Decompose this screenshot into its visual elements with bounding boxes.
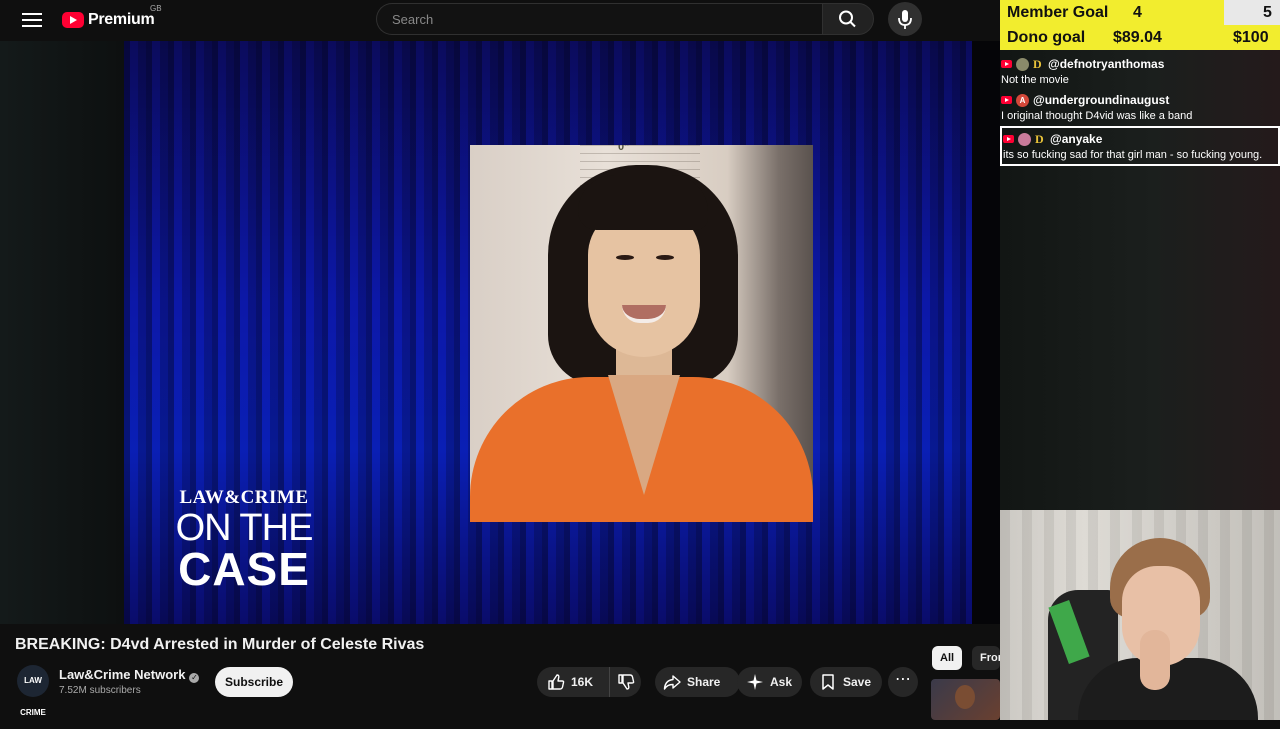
chat-overlay: D @defnotryanthomas Not the movie A @und… bbox=[1000, 54, 1280, 166]
thumbnail-figure bbox=[955, 685, 975, 709]
bookmark-icon bbox=[822, 674, 834, 690]
youtube-icon bbox=[1003, 135, 1014, 143]
sparkle-icon bbox=[747, 674, 763, 690]
chat-text: its so fucking sad for that girl man - s… bbox=[1003, 149, 1263, 161]
chat-text: I original thought D4vid was like a band bbox=[1001, 110, 1193, 122]
eye-left bbox=[616, 255, 634, 260]
mugshot-image: 0" bbox=[470, 145, 813, 522]
member-goal-label: Member Goal bbox=[1007, 4, 1109, 21]
user-avatar bbox=[1018, 132, 1031, 146]
dono-goal-target: $100 bbox=[1233, 29, 1269, 46]
subscriber-count: 7.52M subscribers bbox=[59, 685, 141, 696]
menu-icon[interactable] bbox=[20, 9, 44, 31]
like-button[interactable]: 16K bbox=[537, 667, 609, 697]
bangs-shape bbox=[578, 175, 708, 230]
member-badge-icon: D bbox=[1033, 56, 1042, 71]
collar-shape bbox=[608, 375, 680, 495]
ask-button[interactable]: Ask bbox=[737, 667, 802, 697]
show-logo-bottom: CASE bbox=[178, 543, 310, 595]
more-actions-button[interactable]: ⋯ bbox=[888, 667, 918, 697]
dislike-button[interactable] bbox=[609, 667, 641, 697]
search-icon bbox=[839, 10, 856, 28]
video-player[interactable]: 0" LAW&CRIME ON THE CASE bbox=[0, 41, 1000, 624]
thumbs-up-icon bbox=[548, 674, 565, 690]
recommended-video-thumbnail[interactable] bbox=[931, 679, 1000, 720]
ask-label: Ask bbox=[770, 675, 793, 689]
voice-search-button[interactable] bbox=[888, 2, 922, 36]
channel-name-link[interactable]: Law&Crime Network ✓ bbox=[59, 667, 200, 683]
channel-avatar[interactable]: LAW CRIME bbox=[17, 665, 49, 717]
show-logo-mid: ON THE bbox=[175, 507, 314, 549]
search-input[interactable] bbox=[390, 11, 794, 28]
like-count: 16K bbox=[571, 675, 594, 689]
youtube-play-icon bbox=[62, 12, 84, 28]
search-button[interactable] bbox=[822, 3, 874, 35]
save-button[interactable]: Save bbox=[810, 667, 882, 697]
chat-message: D @defnotryanthomas Not the movie bbox=[1000, 54, 1280, 90]
chat-username: @anyake bbox=[1050, 132, 1103, 146]
chip-all[interactable]: All bbox=[932, 646, 963, 670]
youtube-premium-logo[interactable]: Premium GB bbox=[62, 4, 162, 31]
video-letterbox bbox=[0, 41, 124, 624]
top-bar: Premium GB bbox=[0, 0, 1000, 40]
verified-icon: ✓ bbox=[189, 673, 200, 683]
dono-goal-current: $89.04 bbox=[1113, 29, 1162, 46]
ruler-label: 0" bbox=[618, 145, 630, 153]
show-logo: LAW&CRIME ON THE CASE bbox=[164, 487, 324, 595]
user-avatar: A bbox=[1016, 93, 1029, 107]
member-goal-target: 5 bbox=[1263, 4, 1272, 21]
chat-message-highlighted: D @anyake its so fucking sad for that gi… bbox=[1000, 126, 1280, 166]
video-title: BREAKING: D4vd Arrested in Murder of Cel… bbox=[15, 636, 425, 653]
chat-username: @undergroundinaugust bbox=[1033, 93, 1170, 107]
subscribe-button[interactable]: Subscribe bbox=[215, 667, 293, 697]
youtube-icon bbox=[1001, 60, 1012, 68]
thumbs-down-icon bbox=[617, 674, 634, 690]
member-goal-bar: Member Goal 4 5 bbox=[1000, 0, 1280, 25]
share-button[interactable]: Share bbox=[655, 667, 740, 697]
youtube-icon bbox=[1001, 96, 1012, 104]
webcam-feed bbox=[1000, 510, 1280, 720]
eye-right bbox=[656, 255, 674, 260]
microphone-icon bbox=[898, 10, 912, 29]
goal-panel: Member Goal 4 5 Dono goal $89.04 $100 bbox=[1000, 0, 1280, 50]
save-label: Save bbox=[843, 675, 872, 689]
search-box bbox=[376, 3, 823, 35]
chat-username: @defnotryanthomas bbox=[1048, 57, 1165, 71]
logo-text: Premium bbox=[88, 11, 155, 28]
logo-region: GB bbox=[150, 4, 162, 13]
channel-name: Law&Crime Network bbox=[59, 667, 186, 682]
dono-goal-label: Dono goal bbox=[1007, 29, 1086, 46]
chat-text: Not the movie bbox=[1001, 74, 1069, 86]
chip-from[interactable]: From bbox=[972, 646, 1000, 670]
member-goal-current: 4 bbox=[1133, 4, 1142, 21]
share-label: Share bbox=[687, 675, 721, 689]
dono-goal-bar: Dono goal $89.04 $100 bbox=[1000, 25, 1280, 50]
share-icon bbox=[663, 675, 681, 690]
user-avatar bbox=[1016, 57, 1029, 71]
chat-message: A @undergroundinaugust I original though… bbox=[1000, 90, 1280, 126]
streamer-hand bbox=[1140, 630, 1170, 690]
show-logo-top: LAW&CRIME bbox=[179, 487, 309, 508]
member-badge-icon: D bbox=[1035, 131, 1044, 146]
